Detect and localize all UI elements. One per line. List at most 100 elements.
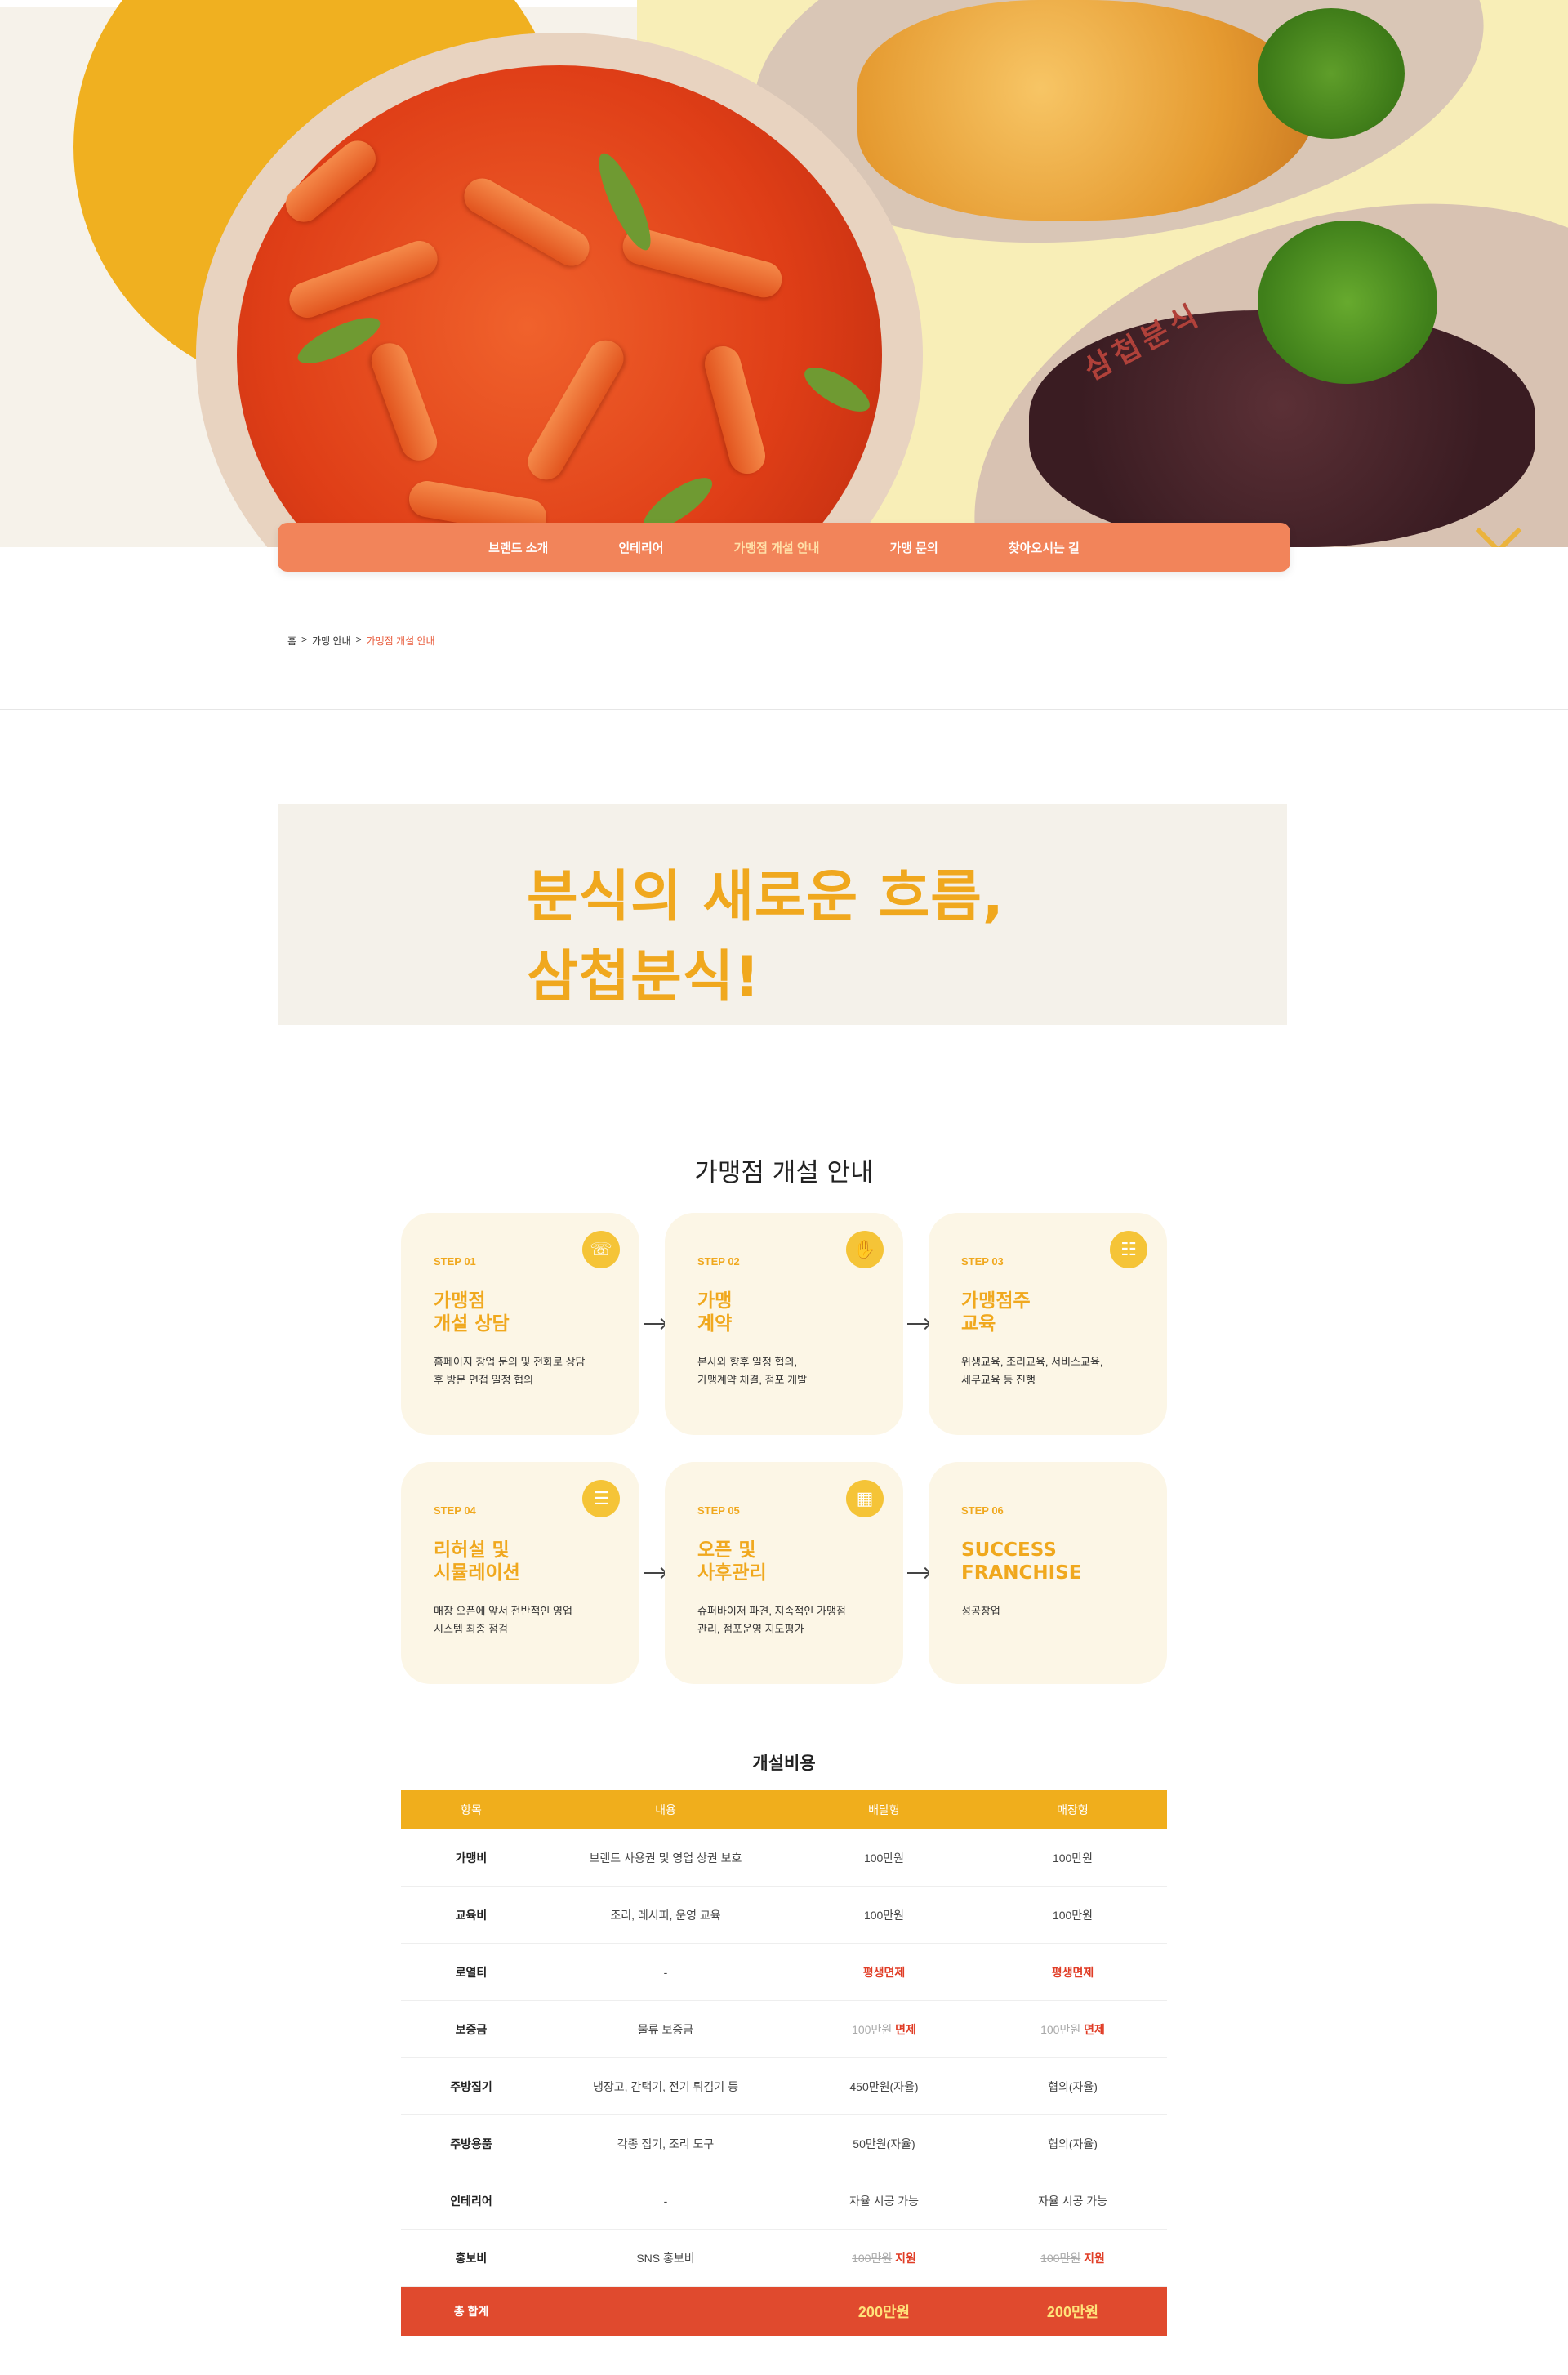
row-item: 주방용품 bbox=[450, 2137, 492, 2150]
step-desc-line: 시스템 최종 점검 bbox=[434, 1623, 508, 1635]
original-price: 100만원 bbox=[1040, 2022, 1081, 2036]
step-title-line: 가맹점 bbox=[434, 1290, 486, 1312]
total-label: 총 합계 bbox=[453, 2305, 489, 2318]
original-price: 100만원 bbox=[852, 2251, 893, 2265]
row-store: 100만원 bbox=[1052, 1908, 1094, 1922]
total-delivery: 200만원 bbox=[858, 2304, 911, 2320]
step-desc-line: 성공창업 bbox=[961, 1605, 1000, 1617]
discount-note: 지원 bbox=[895, 2251, 916, 2265]
step-description: 성공창업 bbox=[961, 1602, 1149, 1620]
row-store: 100만원 bbox=[1052, 1851, 1094, 1865]
table-row: 교육비 조리, 레시피, 운영 교육 100만원 100만원 bbox=[401, 1887, 1167, 1944]
step-desc-line: 관리, 점포운영 지도평가 bbox=[697, 1623, 804, 1635]
slogan-line-1: 분식의 새로운 흐름, bbox=[527, 865, 1004, 929]
slogan-line-2: 삼첩분식! bbox=[527, 945, 761, 1009]
row-store: 평생면제 bbox=[1051, 1965, 1094, 1979]
row-content: SNS 홍보비 bbox=[636, 2251, 695, 2265]
step-description: 매장 오픈에 앞서 전반적인 영업 시스템 최종 점검 bbox=[434, 1602, 621, 1638]
step-number: STEP 04 bbox=[434, 1504, 476, 1517]
step-title: 가맹점주 교육 bbox=[961, 1290, 1031, 1335]
step-card-5: STEP 05 ▦ 오픈 및 사후관리 슈퍼바이저 파견, 지속적인 가맹점 관… bbox=[665, 1462, 903, 1684]
arrow-right-icon bbox=[644, 1323, 665, 1325]
row-delivery: 50만원(자율) bbox=[853, 2137, 915, 2150]
step-card-4: STEP 04 ☰ 리허설 및 시뮬레이션 매장 오픈에 앞서 전반적인 영업 … bbox=[401, 1462, 639, 1684]
row-item: 가맹비 bbox=[455, 1851, 488, 1865]
section-divider bbox=[0, 709, 1568, 710]
table-header-cell: 매장형 bbox=[1057, 1803, 1089, 1816]
table-header-cell: 항목 bbox=[461, 1803, 482, 1816]
row-store: 자율 시공 가능 bbox=[1037, 2194, 1108, 2208]
nav-item-brand[interactable]: 브랜드 소개 bbox=[453, 539, 583, 556]
step-title-line: 계약 bbox=[697, 1313, 733, 1335]
breadcrumb-current: 가맹점 개설 안내 bbox=[366, 635, 435, 647]
step-title-line: 리허설 및 bbox=[434, 1540, 510, 1561]
step-title: SUCCESS FRANCHISE bbox=[961, 1539, 1081, 1584]
table-row: 보증금 물류 보증금 100만원 면제 100만원 면제 bbox=[401, 2001, 1167, 2058]
table-header-cell: 내용 bbox=[655, 1803, 676, 1816]
table-header-row: 항목 내용 배달형 매장형 bbox=[401, 1790, 1167, 1829]
row-store: 협의(자율) bbox=[1048, 2079, 1098, 2093]
row-store: 100만원 면제 bbox=[978, 2021, 1167, 2038]
breadcrumb: 홈 > 가맹 안내 > 가맹점 개설 안내 bbox=[287, 634, 435, 648]
step-card-2: STEP 02 ✋ 가맹 계약 본사와 향후 일정 협의, 가맹계약 체결, 점… bbox=[665, 1213, 903, 1435]
step-title-line: 교육 bbox=[961, 1313, 996, 1335]
step-description: 슈퍼바이저 파견, 지속적인 가맹점 관리, 점포운영 지도평가 bbox=[697, 1602, 885, 1638]
step-desc-line: 슈퍼바이저 파견, 지속적인 가맹점 bbox=[697, 1605, 846, 1617]
row-content: - bbox=[663, 2194, 668, 2208]
step-title-line: 개설 상담 bbox=[434, 1313, 510, 1335]
step-number: STEP 03 bbox=[961, 1255, 1004, 1268]
table-row: 인테리어 - 자율 시공 가능 자율 시공 가능 bbox=[401, 2172, 1167, 2230]
nav-item-interior[interactable]: 인테리어 bbox=[583, 539, 698, 556]
step-title-line: 시뮬레이션 bbox=[434, 1562, 520, 1584]
original-price: 100만원 bbox=[1040, 2251, 1081, 2265]
presentation-icon: ☷ bbox=[1110, 1231, 1147, 1268]
step-title-line: SUCCESS bbox=[961, 1540, 1057, 1561]
step-number: STEP 06 bbox=[961, 1504, 1004, 1517]
breadcrumb-separator: > bbox=[301, 634, 308, 645]
step-card-3: STEP 03 ☷ 가맹점주 교육 위생교육, 조리교육, 서비스교육, 세무교… bbox=[929, 1213, 1167, 1435]
calendar-icon: ▦ bbox=[846, 1480, 884, 1517]
step-desc-line: 홈페이지 창업 문의 및 전화로 상담 bbox=[434, 1356, 586, 1368]
step-title: 오픈 및 사후관리 bbox=[697, 1539, 767, 1584]
row-store: 100만원 지원 bbox=[978, 2250, 1167, 2266]
step-description: 위생교육, 조리교육, 서비스교육, 세무교육 등 진행 bbox=[961, 1353, 1149, 1389]
step-desc-line: 세무교육 등 진행 bbox=[961, 1374, 1036, 1386]
total-store: 200만원 bbox=[1046, 2304, 1099, 2320]
arrow-right-icon bbox=[907, 1323, 929, 1325]
row-content: 물류 보증금 bbox=[637, 2022, 694, 2036]
cost-table: 항목 내용 배달형 매장형 가맹비 브랜드 사용권 및 영업 상권 보호 100… bbox=[401, 1790, 1167, 2336]
row-item: 보증금 bbox=[455, 2022, 488, 2036]
step-title: 리허설 및 시뮬레이션 bbox=[434, 1539, 520, 1584]
discount-note: 지원 bbox=[1084, 2251, 1105, 2265]
step-number: STEP 01 bbox=[434, 1255, 476, 1268]
nav-item-location[interactable]: 찾아오시는 길 bbox=[973, 539, 1115, 556]
nav-item-franchise-guide[interactable]: 가맹점 개설 안내 bbox=[699, 539, 855, 556]
original-price: 100만원 bbox=[852, 2022, 893, 2036]
table-row: 로열티 - 평생면제 평생면제 bbox=[401, 1944, 1167, 2001]
breadcrumb-home[interactable]: 홈 bbox=[287, 634, 296, 648]
handshake-icon: ✋ bbox=[846, 1231, 884, 1268]
step-desc-line: 매장 오픈에 앞서 전반적인 영업 bbox=[434, 1605, 572, 1617]
row-item: 교육비 bbox=[455, 1908, 488, 1922]
main-nav: 브랜드 소개 인테리어 가맹점 개설 안내 가맹 문의 찾아오시는 길 bbox=[278, 523, 1290, 572]
row-delivery: 자율 시공 가능 bbox=[849, 2194, 920, 2208]
nav-item-inquiry[interactable]: 가맹 문의 bbox=[854, 539, 973, 556]
section-title: 가맹점 개설 안내 bbox=[694, 1158, 874, 1188]
step-number: STEP 02 bbox=[697, 1255, 740, 1268]
step-card-1: STEP 01 ☏ 가맹점 개설 상담 홈페이지 창업 문의 및 전화로 상담 … bbox=[401, 1213, 639, 1435]
step-description: 본사와 향후 일정 협의, 가맹계약 체결, 점포 개발 bbox=[697, 1353, 885, 1389]
step-title-line: 가맹 bbox=[697, 1290, 733, 1312]
step-desc-line: 후 방문 면접 일정 협의 bbox=[434, 1374, 534, 1386]
step-title-line: 사후관리 bbox=[697, 1562, 767, 1584]
row-delivery: 450만원(자율) bbox=[849, 2079, 919, 2093]
row-content: 냉장고, 간택기, 전기 튀김기 등 bbox=[593, 2079, 738, 2093]
headset-icon: ☏ bbox=[582, 1231, 620, 1268]
parsley-garnish bbox=[1258, 8, 1405, 139]
step-card-6: STEP 06 SUCCESS FRANCHISE 성공창업 bbox=[929, 1462, 1167, 1684]
step-desc-line: 가맹계약 체결, 점포 개발 bbox=[697, 1374, 808, 1386]
step-desc-line: 본사와 향후 일정 협의, bbox=[697, 1356, 798, 1368]
row-content: 조리, 레시피, 운영 교육 bbox=[610, 1908, 721, 1922]
breadcrumb-parent[interactable]: 가맹 안내 bbox=[312, 634, 351, 648]
arrow-right-icon bbox=[644, 1572, 665, 1574]
breadcrumb-separator: > bbox=[355, 634, 362, 645]
